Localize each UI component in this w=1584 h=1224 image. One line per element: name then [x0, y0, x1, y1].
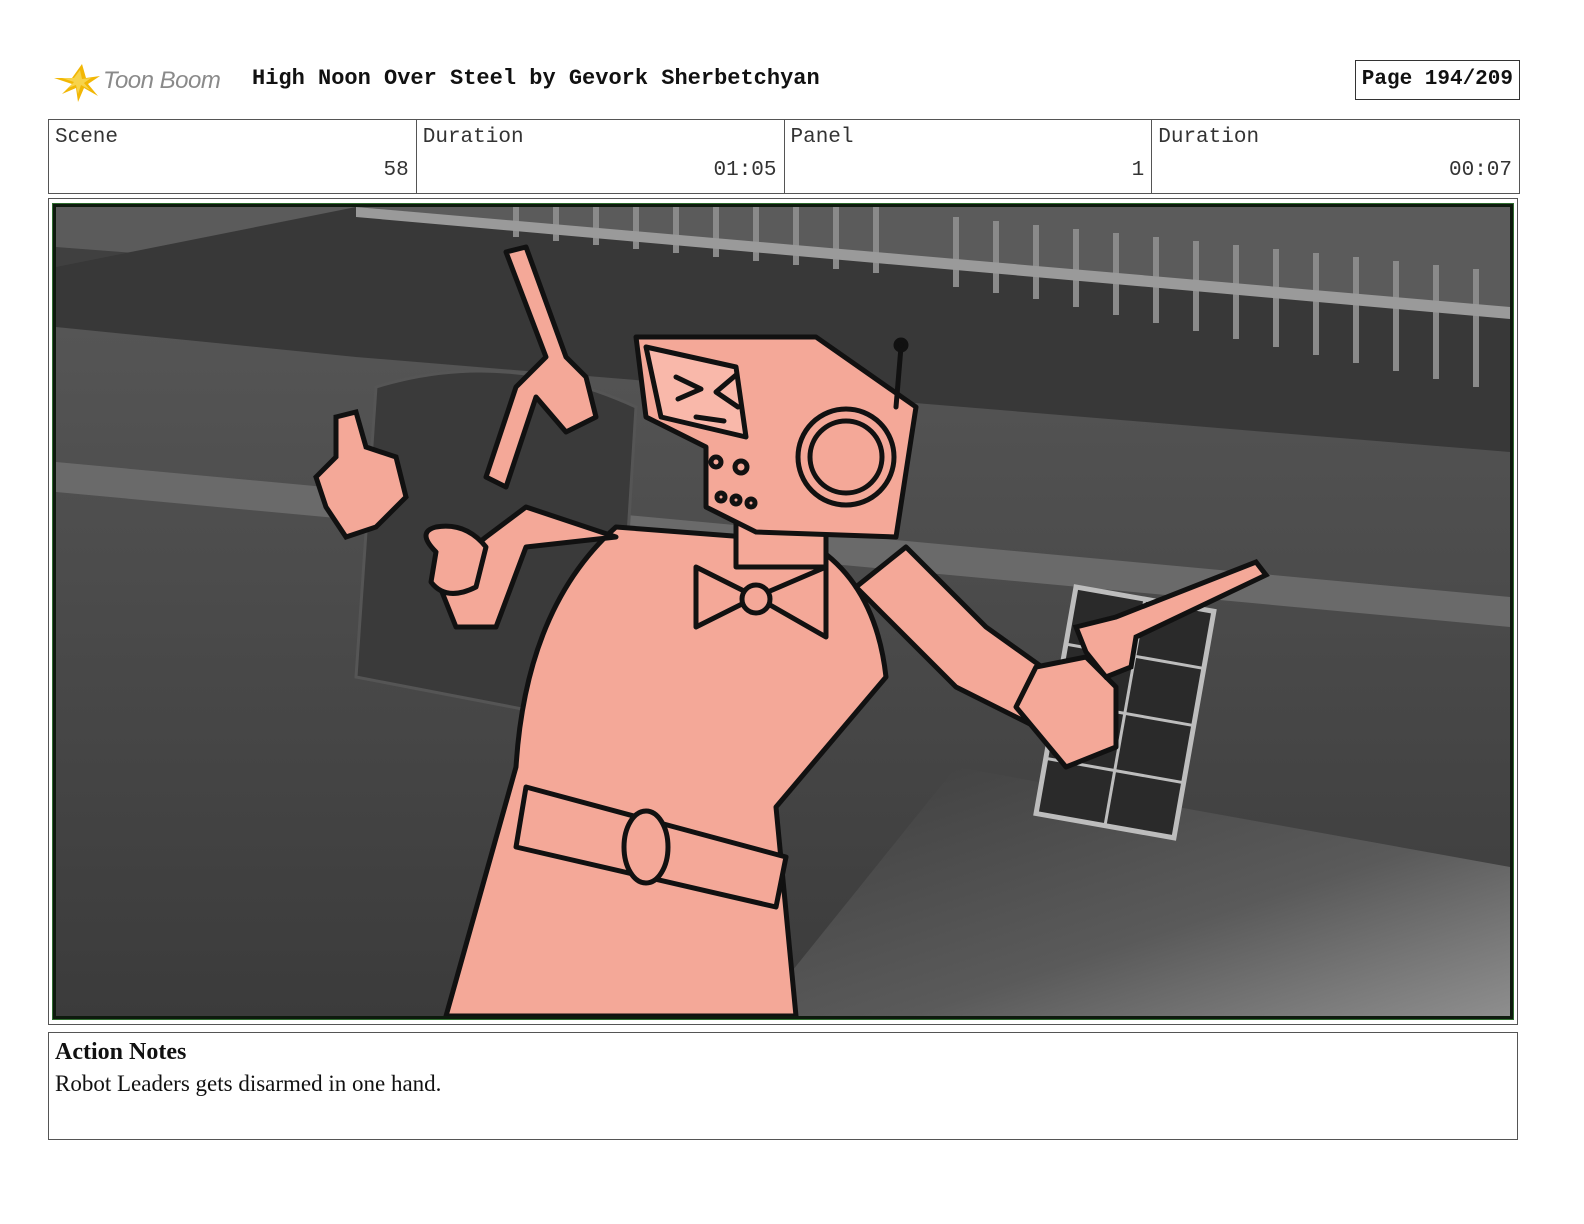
scene-value: 58: [383, 159, 409, 182]
info-row: Scene 58 Duration 01:05 Panel 1 Duration…: [48, 119, 1520, 194]
scene-cell: Scene 58: [49, 120, 417, 193]
panel-duration-label: Duration: [1158, 126, 1260, 149]
scene-duration-label: Duration: [422, 126, 524, 149]
scene-duration-value: 01:05: [713, 159, 777, 182]
scene-duration-cell: Duration 01:05: [417, 120, 785, 193]
panel-frame: [48, 198, 1518, 1025]
panel-value: 1: [1131, 159, 1145, 182]
toon-boom-logo: Toon Boom: [48, 56, 238, 108]
scene-label: Scene: [55, 126, 119, 149]
panel-label: Panel: [790, 126, 854, 149]
action-notes: Action Notes Robot Leaders gets disarmed…: [48, 1032, 1518, 1140]
starburst-icon: [54, 64, 100, 102]
page-indicator: Page 194/209: [1354, 60, 1520, 100]
action-notes-title: Action Notes: [55, 1039, 187, 1065]
panel-duration-value: 00:07: [1448, 159, 1512, 182]
action-notes-text: Robot Leaders gets disarmed in one hand.: [55, 1071, 442, 1096]
storyboard-header: Toon Boom High Noon Over Steel by Gevork…: [48, 52, 1520, 108]
storyboard-panel-image: [52, 203, 1514, 1020]
robot-scene-illustration: [56, 207, 1510, 1016]
logo-text: Toon Boom: [103, 67, 221, 94]
project-title: High Noon Over Steel by Gevork Sherbetch…: [252, 66, 820, 91]
panel-cell: Panel 1: [785, 120, 1153, 193]
panel-duration-cell: Duration 00:07: [1152, 120, 1519, 193]
